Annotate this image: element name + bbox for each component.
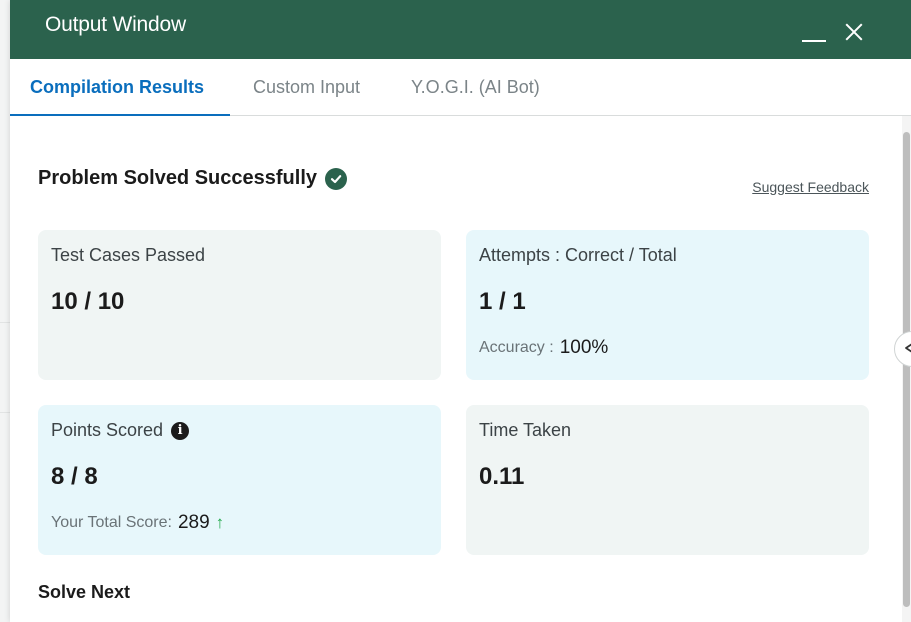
chevron-left-icon [905,343,911,353]
test-cases-value: 10 / 10 [51,288,125,315]
time-taken-card: Time Taken 0.11 [466,405,869,555]
window-titlebar: Output Window [10,0,911,59]
backdrop-divider [0,412,10,413]
status-text: Problem Solved Successfully [38,167,317,189]
scrollbar-thumb[interactable] [903,132,910,607]
points-label: Points Scored [51,420,164,440]
tab-bar: Compilation Results Custom Input Y.O.G.I… [10,59,911,116]
attempts-value: 1 / 1 [479,288,526,315]
suggest-feedback-link[interactable]: Suggest Feedback [752,179,869,195]
attempts-card: Attempts : Correct / Total 1 / 1 Accurac… [466,230,869,380]
total-score-label: Your Total Score: [51,514,172,531]
time-taken-label: Time Taken [479,420,572,440]
window-title: Output Window [45,13,186,36]
time-taken-value: 0.11 [479,463,525,490]
tab-yogi-ai-bot[interactable]: Y.O.G.I. (AI Bot) [411,77,540,98]
accuracy-value: 100% [559,337,609,358]
solve-next-heading: Solve Next [38,582,131,602]
total-score-value: 289 [177,512,210,533]
points-value: 8 / 8 [51,463,98,490]
backdrop-divider [0,322,10,323]
result-status: Problem Solved Successfully [38,167,347,190]
points-card: Points Scored i 8 / 8 Your Total Score: … [38,405,441,555]
accuracy-row: Accuracy : 100% [479,337,608,359]
tab-custom-input[interactable]: Custom Input [253,77,360,98]
accuracy-label: Accuracy : [479,339,554,356]
compilation-results-panel: Problem Solved Successfully Suggest Feed… [10,116,911,622]
minimize-button[interactable] [802,40,826,42]
check-circle-icon [325,167,347,190]
test-cases-card: Test Cases Passed 10 / 10 [38,230,441,380]
total-score-row: Your Total Score: 289 ↑ [51,512,224,534]
attempts-label: Attempts : Correct / Total [479,245,677,265]
arrow-up-icon: ↑ [215,513,225,532]
close-button[interactable] [842,20,866,44]
tab-compilation-results[interactable]: Compilation Results [30,77,204,98]
info-icon[interactable]: i [171,421,190,440]
test-cases-label: Test Cases Passed [51,245,206,265]
output-window: Output Window Compilation Results Custom… [10,0,911,622]
points-label-row: Points Scored i [51,420,190,441]
